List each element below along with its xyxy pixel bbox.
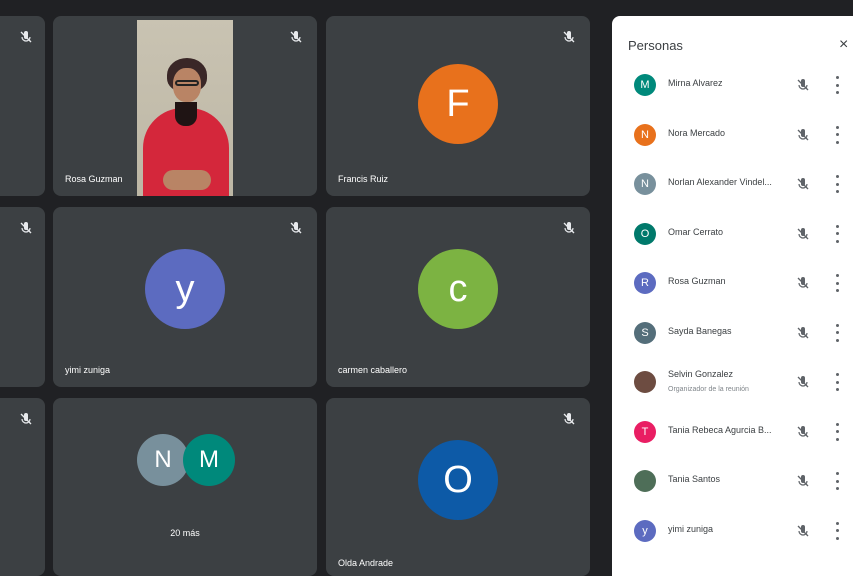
mic-off-icon[interactable]: [796, 78, 810, 92]
list-item[interactable]: R Rosa Guzman: [612, 264, 853, 304]
participant-name: carmen caballero: [338, 365, 408, 375]
tile-carmen-caballero[interactable]: c carmen caballero: [326, 207, 590, 387]
participant-name: Rosa Guzman: [65, 174, 123, 184]
people-panel: Personas × M Mirna Alvarez N Nora Mercado N N…: [612, 16, 853, 576]
more-vert-icon[interactable]: [834, 373, 840, 391]
mic-off-icon[interactable]: [796, 276, 810, 290]
person-name: Selvin Gonzalez: [668, 369, 734, 379]
participant-avatar: M: [183, 434, 235, 486]
more-vert-icon[interactable]: [834, 472, 840, 490]
avatar: O: [634, 222, 656, 245]
mic-off-icon[interactable]: [796, 524, 810, 538]
mic-off-icon[interactable]: [796, 326, 810, 340]
more-vert-icon[interactable]: [834, 422, 840, 441]
participant-avatar: O: [418, 440, 498, 520]
participant-name: yimi zuniga: [65, 365, 111, 375]
mic-off-icon[interactable]: [796, 425, 810, 439]
more-vert-icon[interactable]: [834, 521, 840, 540]
person-name: Rosa Guzman: [668, 276, 726, 286]
mic-off-icon[interactable]: [796, 128, 810, 142]
more-vert-icon[interactable]: [834, 125, 840, 144]
more-vert-icon[interactable]: [834, 274, 840, 292]
mic-off-icon: [563, 413, 575, 425]
person-name: Sayda Banegas: [668, 325, 732, 336]
participant-video: [137, 20, 233, 196]
person-name: Nora Mercado: [668, 127, 726, 138]
mic-off-icon[interactable]: [796, 227, 810, 241]
person-name: Norlan Alexander Vindel...: [668, 177, 772, 187]
mic-off-icon[interactable]: [796, 375, 810, 389]
mic-off-icon: [20, 413, 32, 425]
mic-off-icon[interactable]: [796, 177, 810, 191]
avatar: y: [634, 519, 656, 542]
tile-more-participants[interactable]: N M 20 más: [53, 398, 317, 576]
panel-title: Personas: [628, 38, 683, 53]
person-name: Omar Cerrato: [668, 226, 724, 237]
more-vert-icon[interactable]: [834, 224, 840, 243]
avatar: T: [634, 420, 656, 443]
tile-yimi-zuniga[interactable]: y yimi zuniga: [53, 207, 317, 387]
partial-tile-3[interactable]: [0, 398, 45, 576]
list-item[interactable]: M Mirna Alvarez: [612, 66, 853, 106]
list-item[interactable]: T Tania Rebeca Agurcia B...: [612, 413, 853, 453]
mic-off-icon[interactable]: [796, 474, 810, 488]
list-item[interactable]: O Omar Cerrato: [612, 215, 853, 255]
list-item[interactable]: Tania Santos: [612, 462, 853, 502]
mic-off-icon: [290, 31, 302, 43]
avatar: [634, 371, 656, 393]
more-participants-count: 20 más: [170, 528, 200, 538]
more-vert-icon[interactable]: [834, 323, 840, 342]
mic-off-icon: [563, 222, 575, 234]
avatar: M: [634, 74, 656, 96]
list-item[interactable]: Selvin Gonzalez Organizador de la reunión: [612, 363, 853, 403]
video-tile-rosa-guzman[interactable]: Rosa Guzman: [53, 16, 317, 196]
person-name: Tania Rebeca Agurcia B...: [668, 424, 772, 435]
tile-olda-andrade[interactable]: O Olda Andrade: [326, 398, 590, 576]
mic-off-icon: [20, 222, 32, 234]
participant-name: Francis Ruiz: [338, 174, 389, 184]
partial-tile-1[interactable]: [0, 16, 45, 196]
list-item[interactable]: S Sayda Banegas: [612, 314, 853, 354]
avatar: S: [634, 321, 656, 344]
more-vert-icon[interactable]: [834, 76, 840, 94]
person-name: Tania Santos: [668, 474, 721, 484]
avatar: N: [634, 173, 656, 195]
participant-avatar: c: [418, 249, 498, 329]
participant-avatar: y: [145, 249, 225, 329]
avatar: N: [634, 123, 656, 146]
avatar: [634, 470, 656, 492]
participant-name: Olda Andrade: [338, 558, 394, 568]
person-name: Mirna Alvarez: [668, 78, 723, 88]
participant-avatar: F: [418, 64, 498, 144]
participant-avatar: N: [137, 434, 189, 486]
mic-off-icon: [290, 222, 302, 234]
close-icon[interactable]: ×: [839, 36, 853, 54]
more-vert-icon[interactable]: [834, 175, 840, 193]
list-item[interactable]: N Norlan Alexander Vindel...: [612, 165, 853, 205]
partial-tile-2[interactable]: [0, 207, 45, 387]
list-item[interactable]: y yimi zuniga: [612, 512, 853, 552]
mic-off-icon: [20, 31, 32, 43]
list-item[interactable]: N Nora Mercado: [612, 116, 853, 156]
mic-off-icon: [563, 31, 575, 43]
avatar: R: [634, 272, 656, 294]
person-role: Organizador de la reunión: [668, 386, 749, 393]
person-name: yimi zuniga: [668, 523, 714, 534]
tile-francis-ruiz[interactable]: F Francis Ruiz: [326, 16, 590, 196]
